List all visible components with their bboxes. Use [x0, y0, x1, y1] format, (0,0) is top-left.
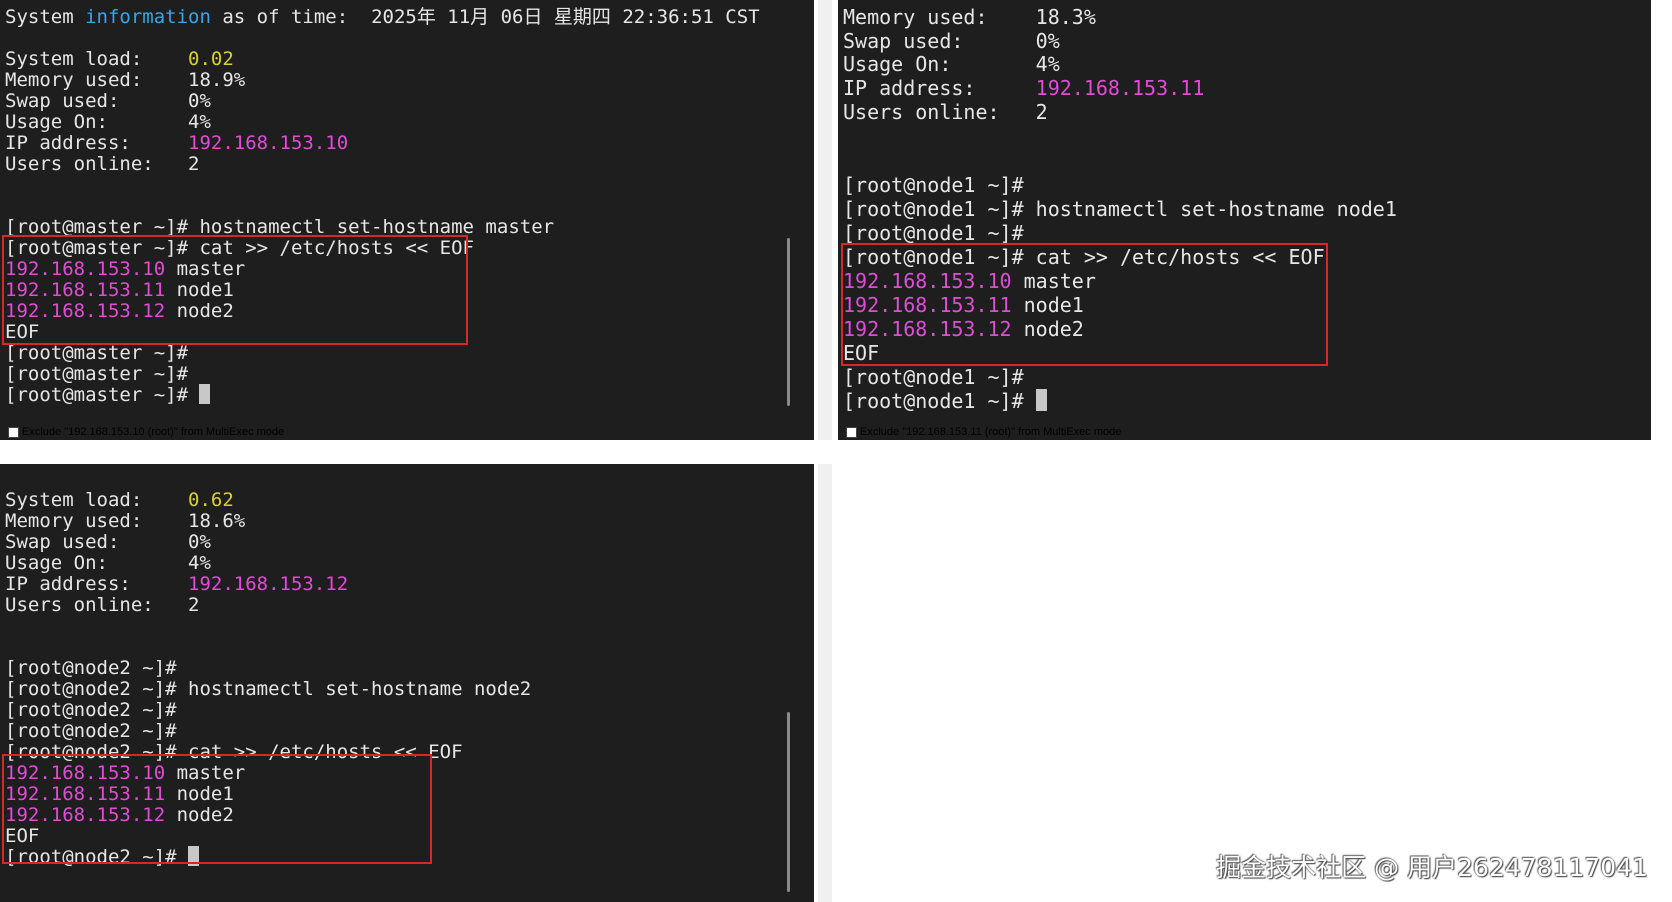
swap-used-line: Swap used: 0%: [5, 90, 211, 112]
hosts-entry-line: 192.168.153.11 node1: [843, 293, 1084, 317]
exclude-checkbox[interactable]: [8, 426, 19, 438]
ip-address-line: IP address: 192.168.153.10: [5, 132, 349, 154]
hostname-command-line: [root@node2 ~]# hostnamectl set-hostname…: [5, 678, 532, 700]
eof-line: EOF: [5, 825, 40, 847]
hosts-entry-line: 192.168.153.11 node1: [5, 279, 234, 301]
active-prompt-line[interactable]: [root@node2 ~]#: [5, 846, 200, 868]
eof-line: EOF: [5, 321, 40, 343]
exclude-label: Exclude "192.168.153.10 (root)" from Mul…: [22, 426, 285, 438]
swap-used-line: Swap used: 0%: [5, 531, 211, 553]
exclude-label: Exclude "192.168.153.11 (root)" from Mul…: [860, 426, 1122, 438]
prompt-line: [root@node1 ~]#: [843, 365, 1024, 389]
hosts-entry-line: 192.168.153.12 node2: [5, 300, 234, 322]
ip-address-line: IP address: 192.168.153.12: [5, 573, 349, 595]
prompt-line: [root@node2 ~]#: [5, 720, 177, 742]
text-cursor: [199, 384, 211, 404]
hosts-entry-line: 192.168.153.12 node2: [5, 804, 234, 826]
active-prompt-line[interactable]: [root@master ~]#: [5, 384, 211, 406]
pane-divider[interactable]: [818, 464, 832, 902]
terminal-node2[interactable]: System load: 0.62 Memory used: 18.6% Swa…: [0, 464, 814, 902]
memory-used-line: Memory used: 18.9%: [5, 69, 246, 91]
prompt-line: [root@master ~]#: [5, 363, 189, 385]
hostname-command-line: [root@master ~]# hostnamectl set-hostnam…: [5, 216, 555, 238]
ip-address-line: IP address: 192.168.153.11: [843, 76, 1205, 100]
usage-on-line: Usage On: 4%: [5, 111, 211, 133]
memory-used-line: Memory used: 18.6%: [5, 510, 246, 532]
exclude-checkbox[interactable]: [846, 426, 857, 438]
multiexec-window: System information as of time: 2025年 11月…: [0, 0, 1672, 902]
terminal-master[interactable]: System information as of time: 2025年 11月…: [0, 0, 814, 440]
hosts-entry-line: 192.168.153.10 master: [843, 269, 1096, 293]
text-cursor: [188, 846, 200, 866]
cat-hosts-command-line: [root@node2 ~]# cat >> /etc/hosts << EOF: [5, 741, 463, 763]
scrollbar[interactable]: [787, 712, 790, 892]
scrollbar[interactable]: [787, 238, 790, 406]
users-online-line: Users online: 2: [843, 100, 1048, 124]
users-online-line: Users online: 2: [5, 153, 200, 175]
prompt-line: [root@node1 ~]#: [843, 173, 1024, 197]
eof-line: EOF: [843, 341, 880, 365]
prompt-line: [root@node2 ~]#: [5, 657, 177, 679]
system-load-line: System load: 0.02: [5, 48, 234, 70]
hosts-entry-line: 192.168.153.12 node2: [843, 317, 1084, 341]
exclude-multiexec-master[interactable]: Exclude "192.168.153.10 (root)" from Mul…: [8, 424, 284, 440]
prompt-line: [root@node2 ~]#: [5, 699, 177, 721]
memory-used-line: Memory used: 18.3%: [843, 5, 1096, 29]
sysinfo-line: System information as of time: 2025年 11月…: [5, 6, 760, 28]
pane-divider[interactable]: [818, 0, 832, 440]
prompt-line: [root@master ~]#: [5, 342, 189, 364]
usage-on-line: Usage On: 4%: [5, 552, 211, 574]
hostname-command-line: [root@node1 ~]# hostnamectl set-hostname…: [843, 197, 1397, 221]
cat-hosts-command-line: [root@node1 ~]# cat >> /etc/hosts << EOF: [843, 245, 1325, 269]
users-online-line: Users online: 2: [5, 594, 200, 616]
usage-on-line: Usage On: 4%: [843, 52, 1060, 76]
cat-hosts-command-line: [root@master ~]# cat >> /etc/hosts << EO…: [5, 237, 474, 259]
terminal-node1[interactable]: Memory used: 18.3% Swap used: 0% Usage O…: [838, 0, 1651, 440]
watermark: 掘金技术社区 @ 用户262478117041: [1216, 853, 1648, 882]
hosts-entry-line: 192.168.153.11 node1: [5, 783, 234, 805]
hosts-entry-line: 192.168.153.10 master: [5, 762, 246, 784]
text-cursor: [1035, 389, 1047, 411]
system-load-line: System load: 0.62: [5, 489, 234, 511]
swap-used-line: Swap used: 0%: [843, 29, 1060, 53]
hosts-entry-line: 192.168.153.10 master: [5, 258, 246, 280]
exclude-multiexec-node1[interactable]: Exclude "192.168.153.11 (root)" from Mul…: [846, 424, 1121, 440]
prompt-line: [root@node1 ~]#: [843, 221, 1024, 245]
active-prompt-line[interactable]: [root@node1 ~]#: [843, 389, 1047, 413]
